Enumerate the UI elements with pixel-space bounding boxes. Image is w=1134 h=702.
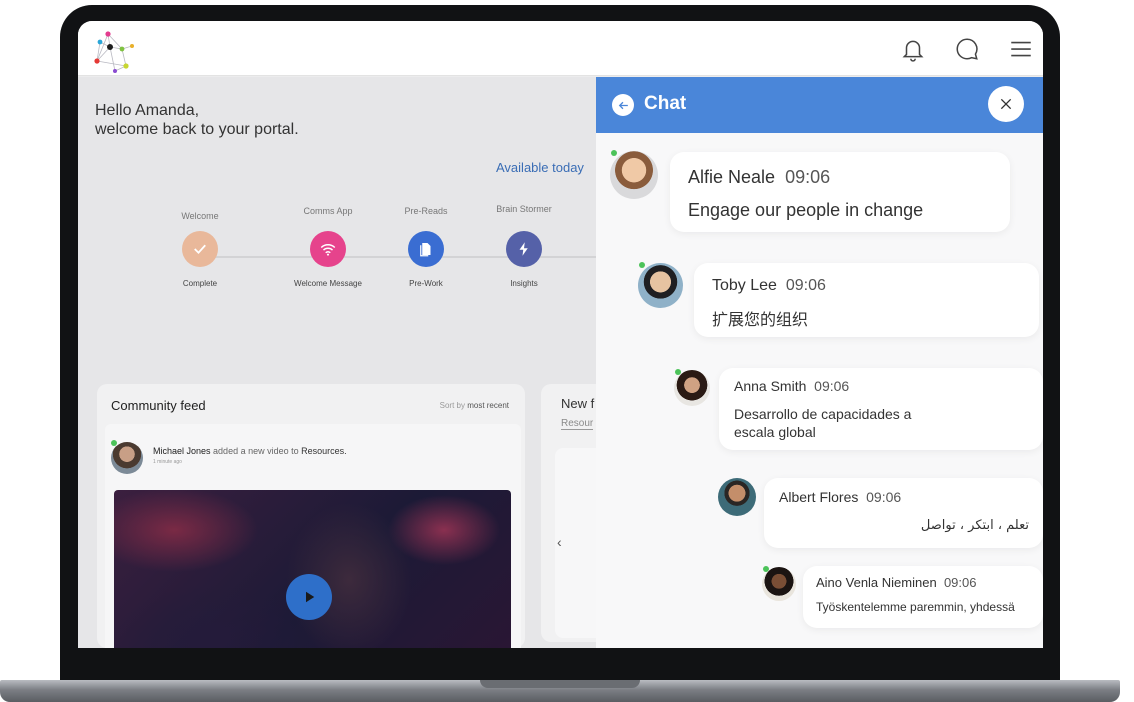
message-bubble: Alfie Neale 09:06 Engage our people in c… xyxy=(670,152,1010,232)
avatar[interactable] xyxy=(762,567,796,601)
online-indicator xyxy=(639,262,645,268)
message-time: 09:06 xyxy=(943,575,977,590)
message-bubble: Anna Smith 09:06 Desarrollo de capacidad… xyxy=(719,368,1043,450)
online-indicator xyxy=(111,440,117,446)
step-status: Pre-Work xyxy=(409,279,443,288)
post-target[interactable]: Resources. xyxy=(301,446,347,456)
message-text: 扩展您的组织 xyxy=(712,312,809,329)
message-text: Desarrollo de capacidades a escala globa… xyxy=(734,406,912,440)
message-time: 09:06 xyxy=(785,167,831,187)
step-label: Comms App xyxy=(303,206,353,216)
bell-icon[interactable] xyxy=(900,36,926,62)
close-icon[interactable] xyxy=(988,86,1024,122)
step-status: Complete xyxy=(182,279,218,288)
step-welcome[interactable]: Welcome Complete xyxy=(145,211,255,288)
step-brain-stormer[interactable]: Brain Stormer Insights xyxy=(469,204,579,288)
message-time: 09:06 xyxy=(785,277,826,294)
sort-prefix: Sort by xyxy=(439,401,465,410)
chat-header: Chat xyxy=(596,77,1043,133)
message-time: 09:06 xyxy=(866,489,902,505)
post-timestamp: 1 minute ago xyxy=(153,459,182,465)
chat-panel: Chat Alfie Neale 09:06 Engage our people… xyxy=(596,77,1043,648)
message-header: Aino Venla Nieminen 09:06 xyxy=(816,575,976,590)
message-text: Engage our people in change xyxy=(688,200,924,220)
avatar[interactable] xyxy=(718,478,756,516)
new-feed-subtitle[interactable]: Resour xyxy=(561,418,594,430)
step-comms-app[interactable]: Comms App Welcome Message xyxy=(273,206,383,288)
online-indicator xyxy=(611,150,617,156)
message-header: Albert Flores 09:06 xyxy=(779,489,901,505)
logo-icon[interactable] xyxy=(88,25,140,73)
laptop-screen: Hello Amanda, welcome back to your porta… xyxy=(78,21,1043,648)
community-feed-card: Community feed Sort by most recent Micha… xyxy=(97,384,525,648)
message-bubble: Toby Lee 09:06 扩展您的组织 xyxy=(694,263,1039,337)
step-status: Welcome Message xyxy=(294,279,362,288)
chat-title: Chat xyxy=(644,93,687,114)
message-header: Alfie Neale 09:06 xyxy=(688,167,830,188)
message-text: تعلم ، ابتكر ، تواصل xyxy=(920,518,1029,533)
avatar[interactable] xyxy=(610,151,658,199)
message-bubble: Aino Venla Nieminen 09:06 Työskentelemme… xyxy=(803,566,1043,628)
message-header: Toby Lee 09:06 xyxy=(712,277,826,295)
laptop-mockup: Hello Amanda, welcome back to your porta… xyxy=(0,0,1134,702)
post-author[interactable]: Michael Jones xyxy=(153,446,211,456)
video-thumbnail[interactable] xyxy=(114,490,511,648)
play-icon[interactable] xyxy=(286,574,332,620)
sender-name[interactable]: Toby Lee xyxy=(712,277,777,294)
lightning-icon xyxy=(506,231,542,267)
step-label: Brain Stormer xyxy=(496,204,552,214)
feed-post: Michael Jones added a new video to Resou… xyxy=(105,424,521,648)
message-header: Anna Smith 09:06 xyxy=(734,378,849,394)
laptop-notch xyxy=(480,680,640,688)
sender-name[interactable]: Anna Smith xyxy=(734,378,806,394)
avatar[interactable] xyxy=(638,263,683,308)
wifi-icon xyxy=(310,231,346,267)
greeting: Hello Amanda, welcome back to your porta… xyxy=(95,101,299,139)
back-arrow-icon[interactable] xyxy=(612,94,634,116)
laptop-base xyxy=(0,680,1120,702)
step-status: Insights xyxy=(510,279,538,288)
sender-name[interactable]: Alfie Neale xyxy=(688,167,775,187)
greeting-line-1: Hello Amanda, xyxy=(95,102,200,119)
chevron-left-icon[interactable]: ‹ xyxy=(557,534,562,550)
sort-control[interactable]: Sort by most recent xyxy=(440,401,509,410)
message-text: Työskentelemme paremmin, yhdessä xyxy=(816,600,1015,614)
top-bar xyxy=(78,21,1043,76)
sender-name[interactable]: Albert Flores xyxy=(779,489,858,505)
post-description: Michael Jones added a new video to Resou… xyxy=(153,446,347,456)
message-bubble: Albert Flores 09:06 تعلم ، ابتكر ، تواصل xyxy=(764,478,1043,548)
post-action: added a new video to xyxy=(213,446,299,456)
message-time: 09:06 xyxy=(814,378,850,394)
chat-bubble-icon[interactable] xyxy=(954,36,980,62)
community-feed-title: Community feed xyxy=(111,398,206,413)
check-icon xyxy=(182,231,218,267)
document-icon xyxy=(408,231,444,267)
avatar[interactable] xyxy=(674,370,710,406)
avatar[interactable] xyxy=(111,442,143,474)
sender-name[interactable]: Aino Venla Nieminen xyxy=(816,575,937,590)
step-pre-reads[interactable]: Pre-Reads Pre-Work xyxy=(371,206,481,288)
step-label: Pre-Reads xyxy=(404,206,448,216)
sort-value: most recent xyxy=(467,401,509,410)
available-today-link[interactable]: Available today xyxy=(496,160,584,175)
new-feed-title: New f xyxy=(561,396,595,411)
greeting-line-2: welcome back to your portal. xyxy=(95,121,299,138)
hamburger-menu-icon[interactable] xyxy=(1008,36,1034,62)
step-label: Welcome xyxy=(181,211,219,221)
